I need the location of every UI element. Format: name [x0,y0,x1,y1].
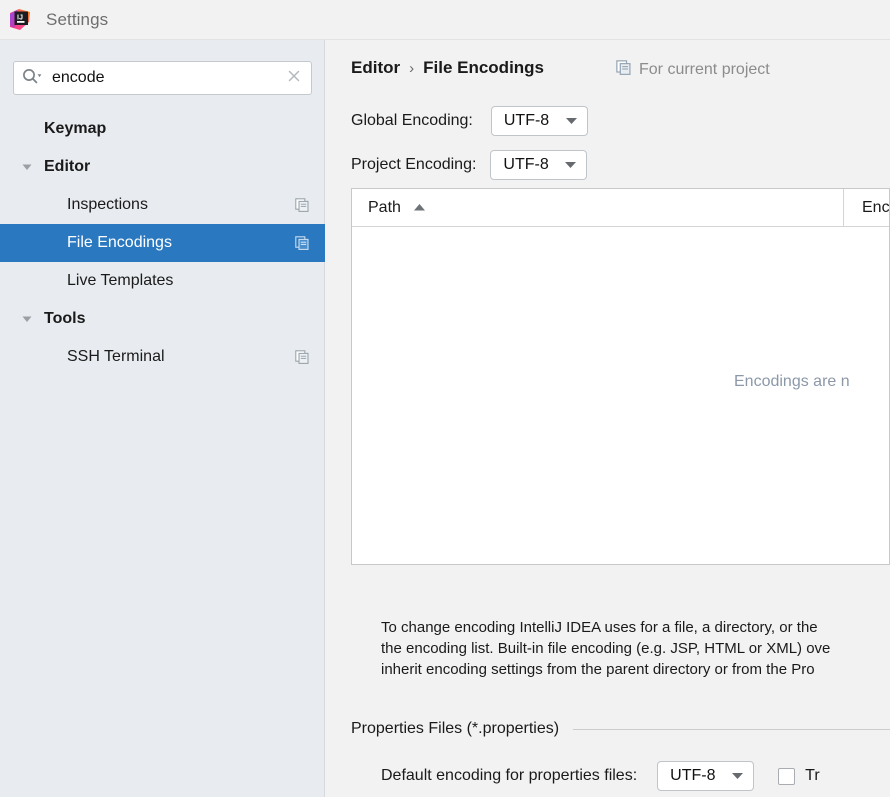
project-scope-icon [295,236,309,250]
project-encoding-row: Project Encoding: UTF-8 [351,150,588,180]
project-scope-icon [616,60,631,80]
scope-label: For current project [639,61,770,78]
sidebar-item-editor[interactable]: Editor [0,148,325,186]
svg-text:IJ: IJ [17,12,23,21]
encodings-table[interactable]: Path Enco Encodings are n [351,188,890,565]
global-encoding-label: Global Encoding: [351,112,473,129]
intellij-idea-logo-icon: IJ [8,8,32,32]
global-encoding-select[interactable]: UTF-8 [490,106,588,136]
table-column-header-path[interactable]: Path [352,189,843,226]
chevron-down-icon [731,767,744,785]
search-icon[interactable] [22,68,42,89]
settings-sidebar: Keymap Editor Inspections [0,40,325,797]
default-properties-encoding-select[interactable]: UTF-8 [657,761,755,791]
table-column-header-encoding[interactable]: Enco [843,189,890,226]
page-title: File Encodings [423,58,545,77]
default-properties-encoding-label: Default encoding for properties files: [381,767,638,784]
sidebar-item-live-templates[interactable]: Live Templates [0,262,325,300]
project-scope-icon [295,350,309,364]
properties-files-section-header: Properties Files (*.properties) [351,720,890,738]
settings-content-panel: Editor › File Encodings For current proj… [326,40,890,797]
sidebar-item-file-encodings[interactable]: File Encodings [0,224,325,262]
global-encoding-row: Global Encoding: UTF-8 [351,106,588,136]
column-label: Path [368,198,401,216]
table-empty-message: Encodings are n [734,373,850,390]
sidebar-item-label: Tools [44,310,86,327]
breadcrumb: Editor › File Encodings [351,58,544,78]
settings-window: IJ Settings encode Keymap Editor Inspect… [0,0,890,797]
settings-tree: Keymap Editor Inspections File Encodings… [0,110,325,376]
breadcrumb-separator-icon: › [409,59,415,77]
encodings-help-text: To change encoding IntelliJ IDEA uses fo… [381,619,831,678]
transparent-native-to-ascii-label: Tr [805,767,820,784]
table-header-row: Path Enco [352,189,889,227]
scope-indicator: For current project [616,60,770,80]
default-properties-encoding-value: UTF-8 [670,767,716,784]
window-title: Settings [46,9,109,29]
project-scope-icon [295,198,309,212]
search-input[interactable] [52,67,287,89]
transparent-native-to-ascii-checkbox[interactable] [778,767,796,785]
breadcrumb-parent[interactable]: Editor [351,58,400,78]
sidebar-item-tools[interactable]: Tools [0,300,325,338]
chevron-down-icon[interactable] [20,312,34,326]
search-field[interactable] [13,61,312,95]
sidebar-item-inspections[interactable]: Inspections [0,186,325,224]
global-encoding-value: UTF-8 [503,112,550,129]
default-properties-encoding-row: Default encoding for properties files: U… [381,761,820,791]
sidebar-item-label: Inspections [67,196,148,213]
sidebar-item-label: Keymap [44,120,107,137]
sidebar-item-keymap[interactable]: Keymap [0,110,325,148]
project-encoding-value: UTF-8 [503,156,549,173]
sidebar-item-label: Editor [44,158,91,175]
clear-icon[interactable] [287,69,301,88]
sidebar-item-ssh-terminal[interactable]: SSH Terminal [0,338,325,376]
project-encoding-select[interactable]: UTF-8 [490,150,588,180]
sidebar-item-label: Live Templates [67,272,174,289]
chevron-down-icon [564,156,577,174]
sidebar-item-label: SSH Terminal [67,348,165,365]
sort-ascending-icon [413,199,426,217]
sidebar-item-label: File Encodings [67,234,172,251]
title-bar: IJ Settings [0,0,890,40]
section-title: Properties Files (*.properties) [351,720,560,737]
column-label: Enco [862,198,890,216]
project-encoding-label: Project Encoding: [351,156,477,173]
section-divider [573,728,890,730]
chevron-down-icon [565,112,578,130]
chevron-down-icon[interactable] [20,160,34,174]
table-body: Encodings are n [352,227,889,564]
